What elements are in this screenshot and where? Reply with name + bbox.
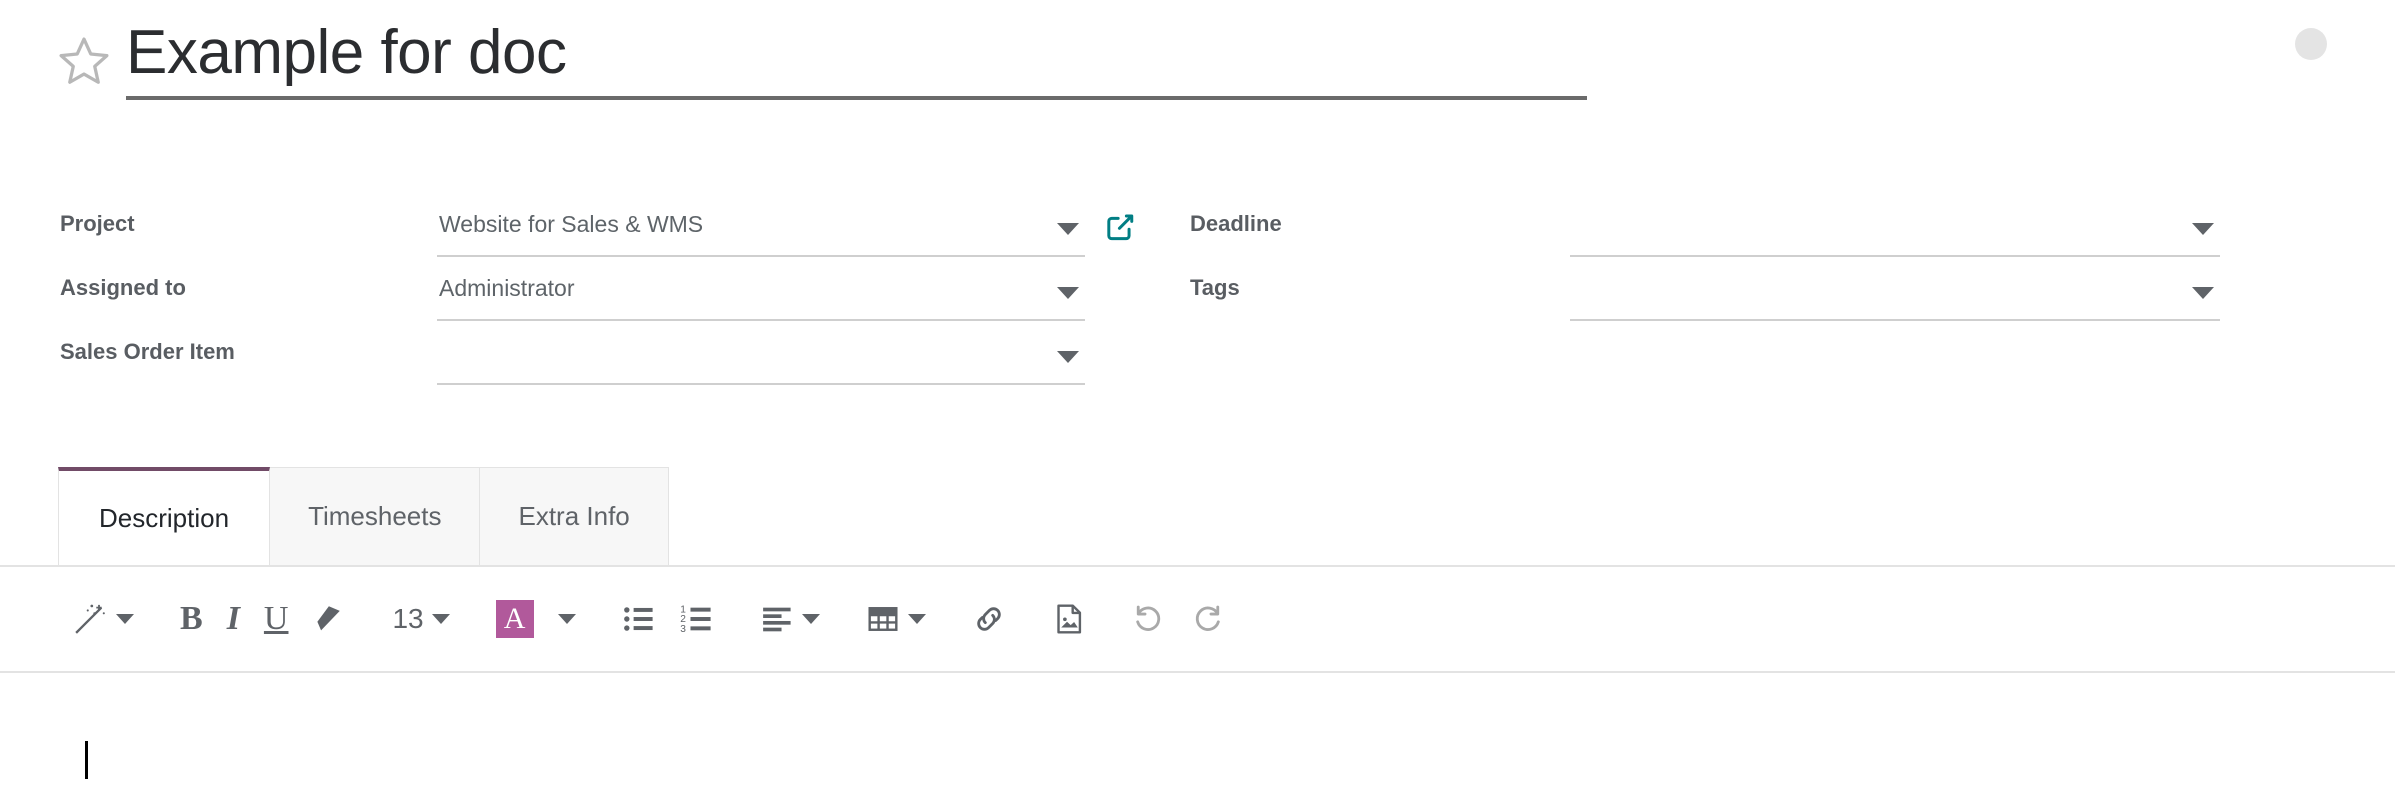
italic-icon: I	[227, 602, 240, 636]
title-input-wrapper[interactable]: Example for doc	[126, 22, 1587, 100]
font-size-value: 13	[392, 605, 423, 633]
table-icon	[866, 602, 900, 636]
notebook-tabs: Description Timesheets Extra Info	[0, 467, 2395, 567]
external-link-icon[interactable]	[1103, 210, 1137, 244]
link-icon	[972, 602, 1006, 636]
form-view: Example for doc Project Website for Sale…	[0, 0, 2395, 800]
align-left-icon	[760, 602, 794, 636]
align-button[interactable]	[760, 589, 820, 649]
form-column-right: Deadline Tags	[1190, 205, 2220, 333]
chevron-down-icon[interactable]	[1057, 223, 1079, 235]
chevron-down-icon[interactable]	[1057, 287, 1079, 299]
tab-timesheets[interactable]: Timesheets	[269, 467, 480, 565]
tab-description[interactable]: Description	[58, 467, 270, 565]
editor-toolbar: B I U 13 A	[0, 567, 2395, 673]
text-color-icon: A	[496, 600, 534, 638]
underline-button[interactable]: U	[264, 589, 289, 649]
table-button[interactable]	[866, 589, 926, 649]
svg-text:3: 3	[680, 624, 686, 635]
field-project: Project Website for Sales & WMS	[60, 205, 1085, 269]
record-title-row: Example for doc	[56, 22, 1587, 100]
style-picker-button[interactable]	[72, 589, 134, 649]
field-label-deadline: Deadline	[1190, 205, 1570, 241]
chevron-down-icon[interactable]	[2192, 287, 2214, 299]
undo-icon	[1132, 602, 1166, 636]
italic-button[interactable]: I	[227, 589, 240, 649]
page-title[interactable]: Example for doc	[126, 22, 567, 84]
text-color-button[interactable]: A	[496, 589, 534, 649]
field-deadline: Deadline	[1190, 205, 2220, 269]
redo-button[interactable]	[1190, 589, 1224, 649]
link-button[interactable]	[972, 589, 1006, 649]
text-color-dropdown[interactable]	[558, 589, 576, 649]
undo-button[interactable]	[1132, 589, 1166, 649]
magic-wand-icon	[72, 601, 108, 637]
chevron-down-icon[interactable]	[432, 614, 450, 624]
bullet-list-button[interactable]	[622, 589, 656, 649]
user-avatar-placeholder-icon[interactable]	[2295, 28, 2327, 60]
form-column-left: Project Website for Sales & WMS Assigned…	[60, 205, 1085, 397]
field-control-assigned-to[interactable]: Administrator	[437, 269, 1085, 321]
numbered-list-icon: 1 2 3	[680, 602, 714, 636]
field-label-assigned-to: Assigned to	[60, 269, 437, 305]
description-editor[interactable]	[0, 673, 2395, 800]
field-sales-order-item: Sales Order Item	[60, 333, 1085, 397]
font-size-button[interactable]: 13	[392, 589, 449, 649]
chevron-down-icon[interactable]	[2192, 223, 2214, 235]
chevron-down-icon[interactable]	[802, 614, 820, 624]
eraser-icon	[312, 602, 346, 636]
field-value-project[interactable]: Website for Sales & WMS	[437, 205, 1085, 243]
image-button[interactable]	[1052, 589, 1086, 649]
field-label-tags: Tags	[1190, 269, 1570, 305]
tab-extra-info[interactable]: Extra Info	[479, 467, 668, 565]
chevron-down-icon[interactable]	[116, 614, 134, 624]
bullet-list-icon	[622, 602, 656, 636]
bold-icon: B	[180, 602, 203, 636]
chevron-down-icon[interactable]	[1057, 351, 1079, 363]
field-control-tags[interactable]	[1570, 269, 2220, 321]
numbered-list-button[interactable]: 1 2 3	[680, 589, 714, 649]
chevron-down-icon[interactable]	[908, 614, 926, 624]
field-tags: Tags	[1190, 269, 2220, 333]
field-control-deadline[interactable]	[1570, 205, 2220, 257]
bold-button[interactable]: B	[180, 589, 203, 649]
field-control-sales-order-item[interactable]	[437, 333, 1085, 385]
text-cursor	[85, 741, 88, 779]
chevron-down-icon[interactable]	[558, 614, 576, 624]
field-assigned-to: Assigned to Administrator	[60, 269, 1085, 333]
remove-format-button[interactable]	[312, 589, 346, 649]
field-control-project[interactable]: Website for Sales & WMS	[437, 205, 1085, 257]
field-value-assigned-to[interactable]: Administrator	[437, 269, 1085, 307]
redo-icon	[1190, 602, 1224, 636]
star-outline-icon[interactable]	[56, 33, 112, 89]
image-icon	[1052, 602, 1086, 636]
field-label-sales-order-item: Sales Order Item	[60, 333, 437, 369]
field-label-project: Project	[60, 205, 437, 241]
underline-icon: U	[264, 602, 289, 636]
